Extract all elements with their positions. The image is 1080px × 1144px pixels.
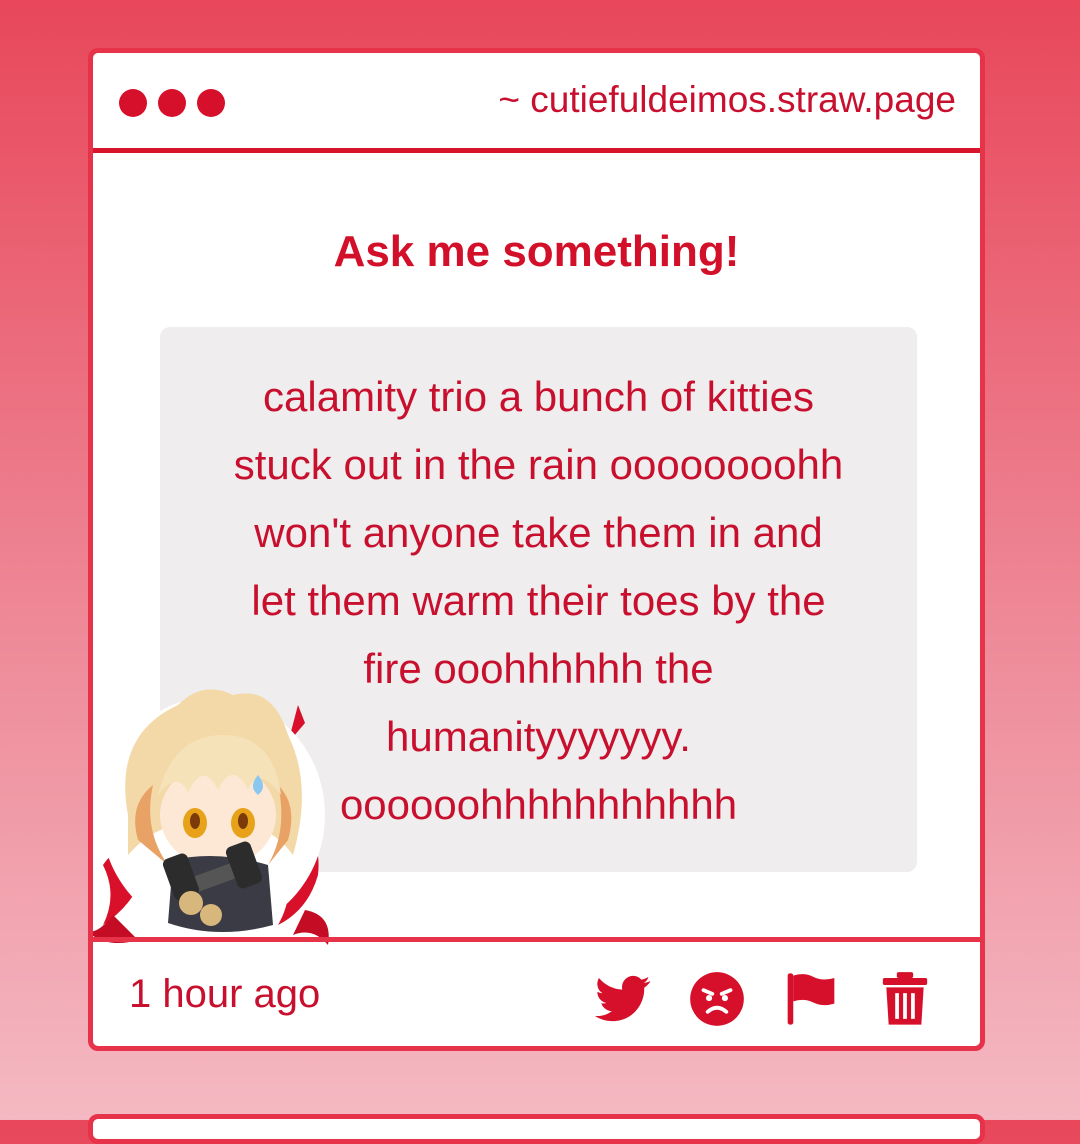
question-line: calamity trio a bunch of kitties (263, 373, 814, 420)
share-twitter-button[interactable] (594, 970, 652, 1028)
site-url[interactable]: ~ cutiefuldeimos.straw.page (498, 79, 956, 121)
delete-button[interactable] (876, 970, 934, 1028)
window-controls (119, 89, 225, 117)
flag-icon (787, 973, 835, 1025)
question-line: let them warm their toes by the (251, 577, 826, 624)
question-card: ~ cutiefuldeimos.straw.page Ask me somet… (88, 48, 985, 1051)
window-titlebar: ~ cutiefuldeimos.straw.page (93, 53, 980, 153)
angry-face-icon (690, 972, 744, 1026)
trash-icon (882, 972, 928, 1025)
report-button[interactable] (782, 970, 840, 1028)
next-question-card (88, 1114, 985, 1144)
card-footer: 1 hour ago (93, 937, 980, 1046)
window-dot (158, 89, 186, 117)
question-line: won't anyone take them in and (254, 509, 823, 556)
window-dot (197, 89, 225, 117)
window-dot (119, 89, 147, 117)
question-line: stuck out in the rain oooooooohh (233, 441, 844, 488)
twitter-icon (595, 975, 651, 1022)
angry-react-button[interactable] (688, 970, 746, 1028)
chibi-sticker-image (93, 689, 329, 945)
page-title: Ask me something! (333, 227, 740, 276)
timestamp: 1 hour ago (129, 972, 321, 1016)
action-bar (594, 970, 934, 1028)
